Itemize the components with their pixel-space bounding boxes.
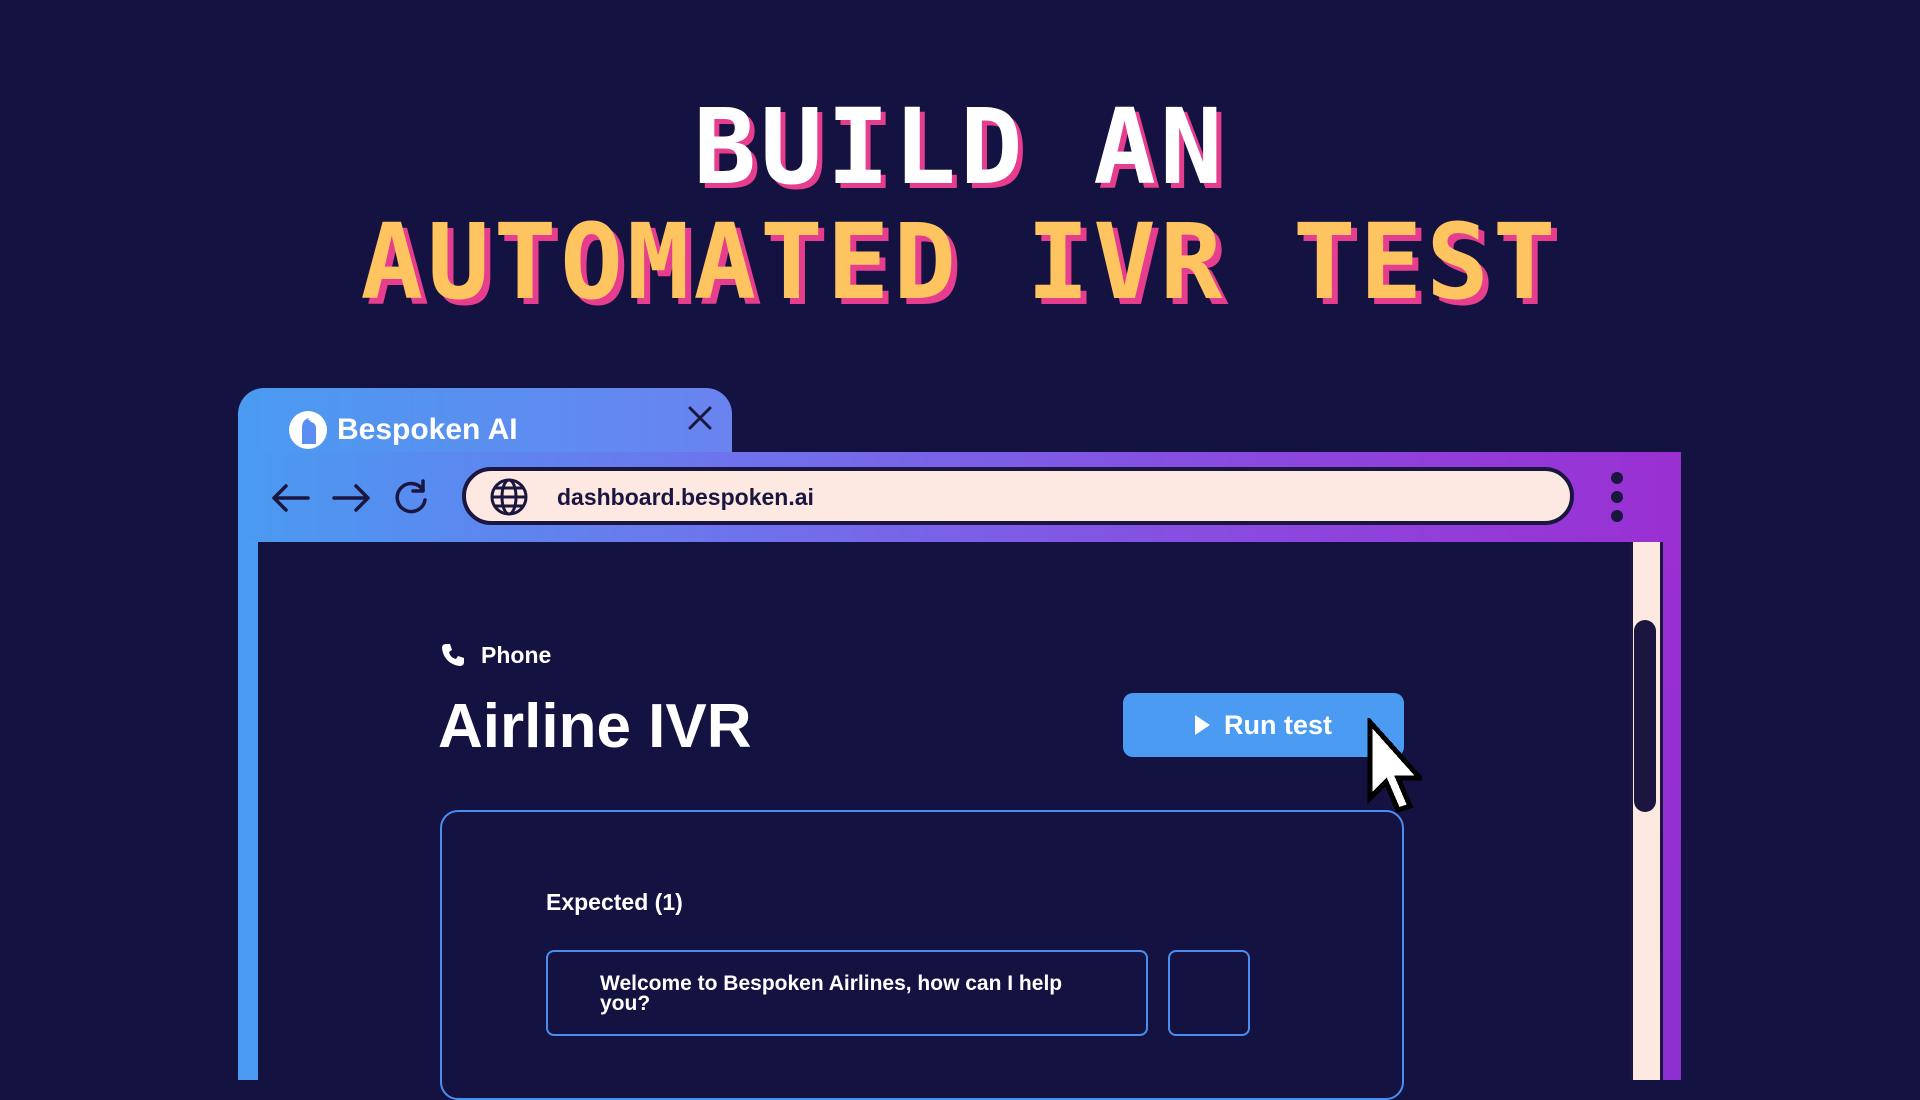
- scrollbar-thumb[interactable]: [1634, 620, 1656, 812]
- breadcrumb-phone[interactable]: Phone: [481, 640, 551, 670]
- run-test-label: Run test: [1224, 709, 1332, 740]
- forward-arrow-icon[interactable]: [330, 476, 374, 520]
- back-arrow-icon[interactable]: [268, 476, 312, 520]
- page-title: Airline IVR: [438, 692, 752, 761]
- headline-line-2: AUTOMATED IVR TEST: [360, 201, 1560, 323]
- reload-icon[interactable]: [389, 476, 433, 520]
- run-test-button[interactable]: Run test: [1123, 693, 1404, 757]
- bespoken-logo-icon: [289, 411, 327, 449]
- browser-frame-left: [238, 540, 258, 1080]
- expected-label: Expected (1): [546, 889, 683, 915]
- url-text[interactable]: dashboard.bespoken.ai: [557, 480, 814, 514]
- phone-icon: [442, 644, 464, 666]
- more-menu-icon[interactable]: [1604, 470, 1630, 524]
- globe-icon: [490, 478, 528, 516]
- mouse-cursor-icon: [1367, 718, 1422, 814]
- headline-line-1: BUILD AN: [693, 86, 1227, 208]
- expected-side-field[interactable]: [1168, 950, 1250, 1036]
- play-icon: [1195, 715, 1210, 735]
- tab-title: Bespoken AI: [337, 413, 518, 446]
- close-icon[interactable]: [684, 402, 716, 434]
- expected-input[interactable]: Welcome to Bespoken Airlines, how can I …: [546, 950, 1148, 1036]
- browser-frame-right: [1663, 540, 1681, 1080]
